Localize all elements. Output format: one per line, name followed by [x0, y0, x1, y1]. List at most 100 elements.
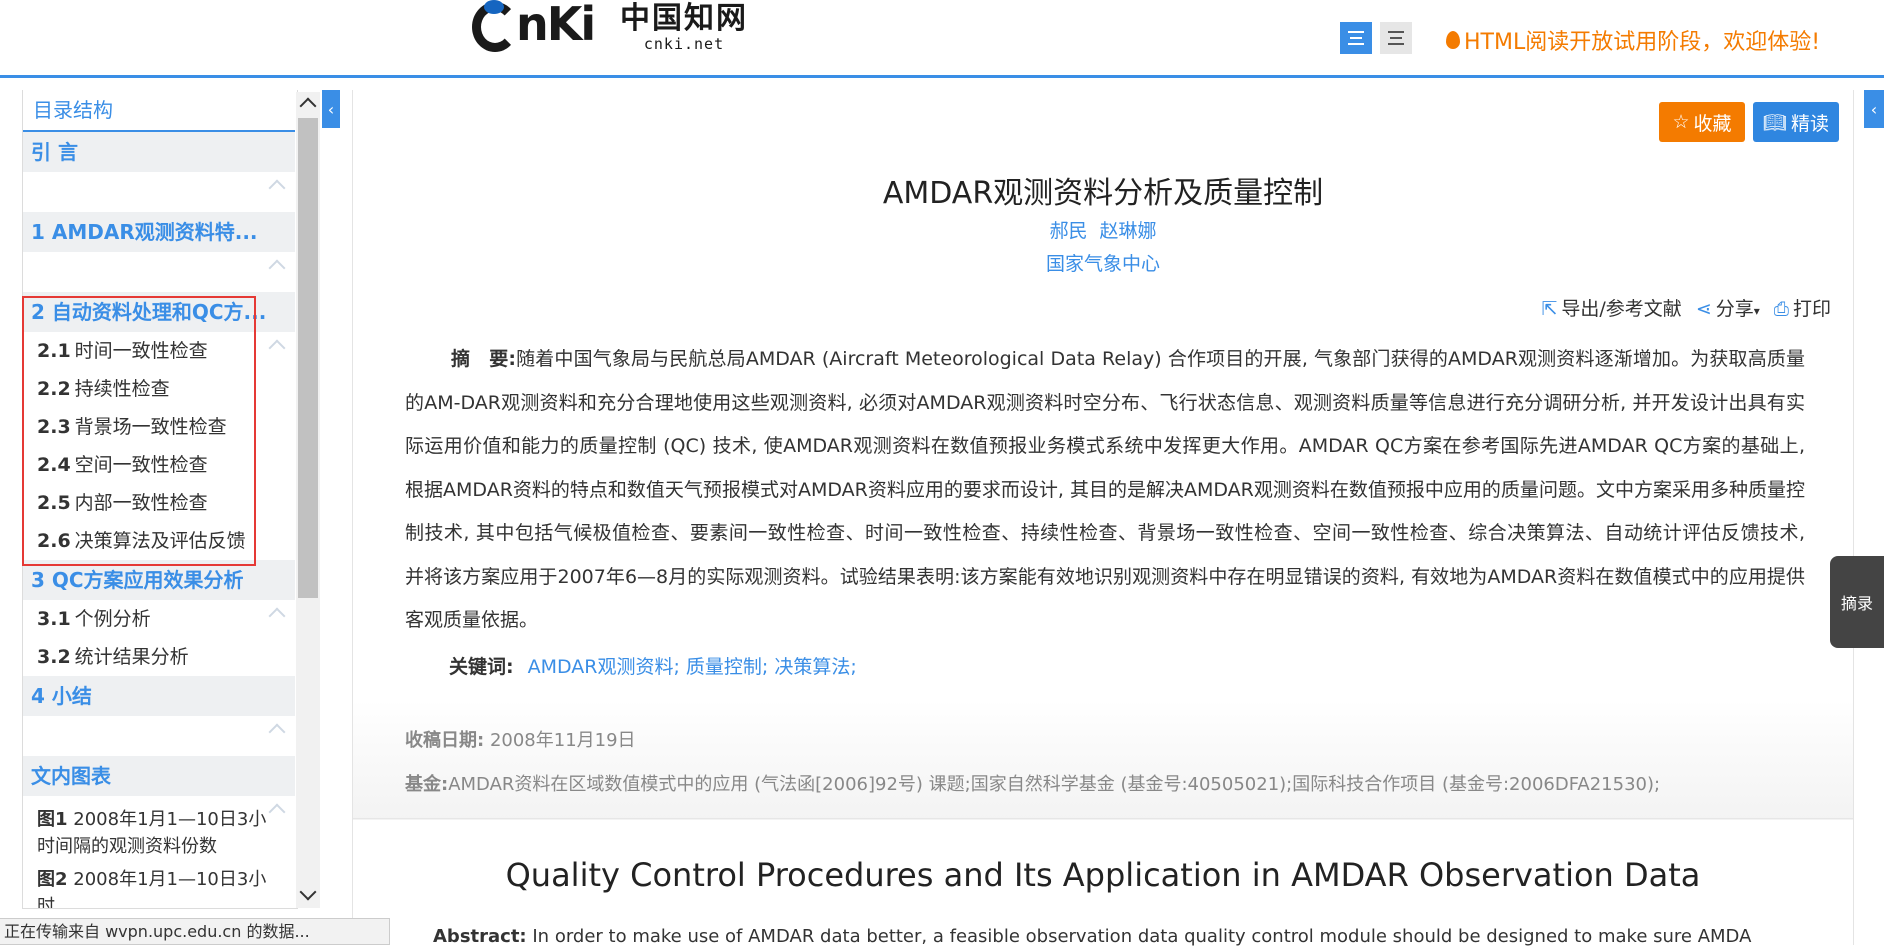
toc-section-figures: 文内图表 图1 2008年1月1—10日3小时间隔的观测资料份数 图2 2008… — [23, 756, 295, 909]
book-icon: 📖︎ — [1762, 111, 1788, 134]
toc-subsection-3-2[interactable]: 3.2 统计结果分析 — [23, 638, 295, 676]
star-icon: ☆ — [1672, 111, 1690, 133]
cnki-logo[interactable]: nKi 中国知网 cnki.net — [470, 0, 748, 60]
scrollbar-thumb[interactable] — [298, 118, 318, 598]
meta-background — [353, 700, 1853, 820]
location-pin-icon — [1446, 31, 1460, 49]
toc-sub-text: 空间一致性检查 — [74, 454, 208, 476]
export-button[interactable]: ⇱ 导出/参考文献 — [1541, 294, 1681, 321]
browser-status-bar: 正在传输来自 wvpn.upc.edu.cn 的数据... — [0, 918, 390, 945]
toc-section-heading[interactable]: 1 AMDAR观测资料特... — [23, 212, 295, 252]
abstract: 摘 要:随着中国气象局与民航总局AMDAR (Aircraft Meteorol… — [405, 338, 1830, 643]
close-read-button-label: 精读 — [1791, 112, 1830, 135]
toc-sub-text: 决策算法及评估反馈 — [74, 530, 246, 552]
toc-section-heading[interactable]: 2 自动资料处理和QC方... — [23, 292, 295, 332]
toc-section-heading[interactable]: 引 言 — [23, 132, 295, 172]
received-date: 收稿日期: 2008年11月19日 — [405, 726, 636, 752]
toc-sub-number: 2.6 — [37, 530, 71, 552]
view-list-button[interactable] — [1380, 22, 1412, 54]
keywords-label: 关键词: — [449, 656, 514, 678]
keywords-links[interactable]: AMDAR观测资料; 质量控制; 决策算法; — [528, 656, 857, 678]
author-link[interactable]: 郝民 — [1049, 220, 1087, 242]
toc-sub-number: 3.1 — [37, 608, 71, 630]
toc-figure-2[interactable]: 图2 2008年1月1—10日3小时 — [23, 864, 295, 909]
article-tools: ⇱ 导出/参考文献 ⋖ 分享▾ ⎙ 打印 — [1541, 294, 1831, 321]
toc-figure-1[interactable]: 图1 2008年1月1—10日3小时间隔的观测资料份数 — [23, 796, 295, 864]
toc-sub-number: 2.1 — [37, 340, 71, 362]
collapse-right-panel-button[interactable]: ‹ — [1864, 90, 1884, 128]
favorite-button-label: 收藏 — [1693, 112, 1732, 135]
toc-section-2: 2 自动资料处理和QC方... 2.1 时间一致性检查 2.2 持续性检查 2.3 背… — [23, 292, 295, 560]
toc-scrollbar[interactable] — [296, 92, 320, 908]
figure-caption: 2008年1月1—10日3小时 — [37, 869, 267, 909]
collapse-caret-icon[interactable] — [268, 179, 286, 197]
trial-notice-text: HTML阅读开放试用阶段，欢迎体验! — [1464, 30, 1821, 55]
toc-sub-text: 内部一致性检查 — [74, 492, 208, 514]
toc-sub-number: 2.5 — [37, 492, 71, 514]
toc-sidebar: 目录结构 引 言 1 AMDAR观测资料特... 2 自动资料处理和QC方...… — [22, 90, 298, 909]
toc-section-intro: 引 言 — [23, 132, 295, 212]
toc-subsection-2-5[interactable]: 2.5 内部一致性检查 — [23, 484, 295, 522]
share-button[interactable]: ⋖ 分享▾ — [1696, 294, 1760, 321]
fund-value: AMDAR资料在区域数值模式中的应用 (气法函[2006]92号) 课题;国家自… — [448, 774, 1661, 795]
export-icon: ⇱ — [1541, 298, 1558, 320]
chevron-left-icon: ‹ — [327, 99, 335, 119]
english-abstract-text: In order to make use of AMDAR data bette… — [532, 926, 1752, 947]
toc-subsection-3-1[interactable]: 3.1 个例分析 — [23, 600, 295, 638]
view-outline-button[interactable] — [1340, 22, 1372, 54]
collapse-caret-icon[interactable] — [268, 723, 286, 741]
toc-section-3: 3 QC方案应用效果分析 3.1 个例分析 3.2 统计结果分析 — [23, 560, 295, 676]
abstract-text: 随着中国气象局与民航总局AMDAR (Aircraft Meteorologic… — [405, 348, 1831, 631]
toc-sub-number: 2.4 — [37, 454, 71, 476]
share-icon: ⋖ — [1695, 298, 1712, 320]
print-label: 打印 — [1792, 298, 1831, 320]
logo-url: cnki.net — [643, 35, 725, 53]
toc-sub-number: 2.3 — [37, 416, 71, 438]
scroll-up-icon[interactable] — [299, 97, 317, 115]
collapse-caret-icon[interactable] — [268, 259, 286, 277]
print-button[interactable]: ⎙ 打印 — [1774, 294, 1831, 321]
toc-subsection-2-4[interactable]: 2.4 空间一致性检查 — [23, 446, 295, 484]
section-divider — [353, 818, 1853, 819]
organization-link[interactable]: 国家气象中心 — [353, 249, 1853, 276]
figure-number: 图1 — [37, 809, 68, 830]
toc-sub-number: 3.2 — [37, 646, 71, 668]
fund-label: 基金: — [405, 774, 449, 795]
abstract-label: 摘 要: — [451, 348, 517, 370]
top-header: nKi 中国知网 cnki.net HTML阅读开放试用阶段，欢迎体验! — [0, 0, 1884, 78]
english-title: Quality Control Procedures and Its Appli… — [505, 856, 1701, 894]
toc-subsection-2-2[interactable]: 2.2 持续性检查 — [23, 370, 295, 408]
keywords: 关键词: AMDAR观测资料; 质量控制; 决策算法; — [449, 652, 857, 679]
close-read-button[interactable]: 📖︎ 精读 — [1753, 102, 1839, 142]
favorite-button[interactable]: ☆ 收藏 — [1659, 102, 1745, 142]
english-abstract: Abstract: In order to make use of AMDAR … — [433, 926, 1813, 947]
trial-notice[interactable]: HTML阅读开放试用阶段，欢迎体验! — [1446, 24, 1820, 56]
excerpt-tab[interactable]: 摘录 — [1830, 556, 1884, 648]
author-link[interactable]: 赵琳娜 — [1100, 220, 1157, 242]
toc-subsection-2-3[interactable]: 2.3 背景场一致性检查 — [23, 408, 295, 446]
toc-section-1: 1 AMDAR观测资料特... — [23, 212, 295, 292]
chevron-down-icon: ▾ — [1753, 304, 1760, 318]
printer-icon: ⎙ — [1773, 298, 1789, 320]
figure-caption: 2008年1月1—10日3小时间隔的观测资料份数 — [37, 809, 267, 857]
collapse-sidebar-button[interactable]: ‹ — [322, 90, 340, 128]
article-title: AMDAR观测资料分析及质量控制 — [882, 176, 1324, 211]
scroll-down-icon[interactable] — [299, 883, 317, 901]
author-list: 郝民 赵琳娜 — [353, 216, 1853, 243]
toc-sub-text: 时间一致性检查 — [74, 340, 208, 362]
toc-subsection-2-1[interactable]: 2.1 时间一致性检查 — [23, 332, 295, 370]
chevron-left-icon: ‹ — [1870, 99, 1878, 119]
logo-mark: nKi — [470, 0, 620, 56]
toc-section-heading[interactable]: 4 小结 — [23, 676, 295, 716]
received-date-value: 2008年11月19日 — [489, 730, 636, 751]
toc-section-4: 4 小结 — [23, 676, 295, 756]
toc-section-heading[interactable]: 文内图表 — [23, 756, 295, 796]
fund-info: 基金:AMDAR资料在区域数值模式中的应用 (气法函[2006]92号) 课题;… — [405, 770, 1660, 796]
toc-sub-text: 个例分析 — [74, 608, 151, 630]
toc-section-heading[interactable]: 3 QC方案应用效果分析 — [23, 560, 295, 600]
toc-sub-number: 2.2 — [37, 378, 71, 400]
toc-subsection-2-6[interactable]: 2.6 决策算法及评估反馈 — [23, 522, 295, 560]
toc-sub-text: 背景场一致性检查 — [74, 416, 227, 438]
figure-number: 图2 — [37, 869, 68, 890]
english-abstract-label: Abstract: — [433, 926, 527, 947]
